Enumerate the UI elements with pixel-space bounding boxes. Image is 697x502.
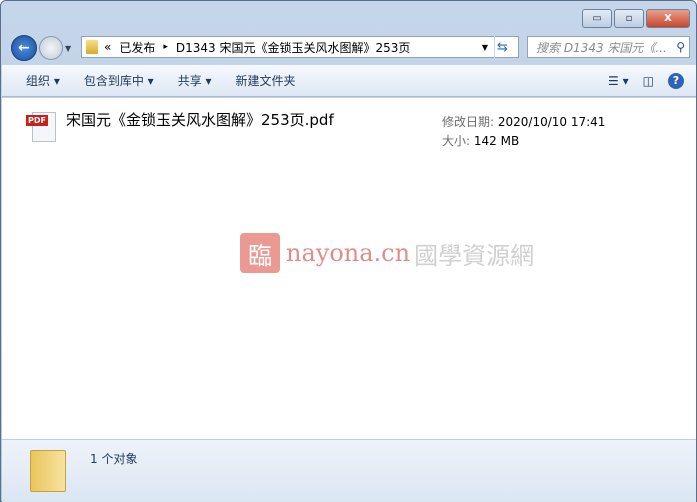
- address-bar[interactable]: « 已发布 ▸ D1343 宋国元《金锁玉关风水图解》253页 ▼ ⇆: [81, 36, 519, 58]
- address-overflow[interactable]: «: [104, 40, 111, 54]
- item-count: 1 个对象: [90, 452, 138, 466]
- minimize-button[interactable]: ▭: [582, 9, 612, 28]
- file-name[interactable]: 宋国元《金锁玉关风水图解》253页.pdf: [66, 109, 334, 142]
- folder-icon: [86, 40, 98, 54]
- size-value: 142 MB: [473, 134, 520, 148]
- help-icon[interactable]: ?: [668, 72, 684, 89]
- watermark-text-cn: 國學資源網: [414, 241, 535, 270]
- command-bar: 组织 ▾ 包含到库中 ▾ 共享 ▾ 新建文件夹 ☰ ▾ ◫ ?: [2, 65, 696, 97]
- file-details: 修改日期: 2020/10/10 17:41 大小: 142 MB: [442, 113, 605, 151]
- explorer-window: ▭ ▫ X ← ▼ « 已发布 ▸ D1343 宋国元《金锁玉关风水图解》253…: [0, 0, 697, 502]
- view-options-icon[interactable]: ☰ ▾: [608, 74, 629, 88]
- organize-button[interactable]: 组织 ▾: [26, 72, 60, 89]
- refresh-button[interactable]: ⇆: [494, 36, 518, 58]
- search-input[interactable]: 搜索 D1343 宋国元《... ⚲: [527, 36, 690, 58]
- maximize-button[interactable]: ▫: [614, 9, 644, 28]
- refresh-icon: ⇆: [497, 39, 508, 55]
- folder-icon: [30, 450, 66, 492]
- close-button[interactable]: X: [646, 9, 690, 28]
- search-placeholder: 搜索 D1343 宋国元《...: [536, 40, 667, 55]
- breadcrumb-item[interactable]: 已发布: [119, 39, 155, 56]
- search-icon[interactable]: ⚲: [676, 40, 685, 54]
- breadcrumb-item[interactable]: D1343 宋国元《金锁玉关风水图解》253页: [176, 39, 411, 56]
- details-pane: 1 个对象: [2, 439, 696, 502]
- pdf-file-icon: PDF: [26, 110, 58, 142]
- watermark: 臨 nayona.cn 國學資源網: [240, 233, 534, 273]
- watermark-logo: 臨: [240, 233, 280, 273]
- forward-button[interactable]: [39, 36, 63, 60]
- size-label: 大小:: [442, 134, 471, 148]
- watermark-text: nayona.cn: [286, 239, 411, 267]
- recent-pages-dropdown[interactable]: ▼: [65, 44, 71, 53]
- back-button[interactable]: ←: [11, 35, 37, 61]
- address-dropdown[interactable]: ▼: [482, 43, 488, 52]
- include-library-button[interactable]: 包含到库中 ▾: [84, 72, 154, 89]
- file-item[interactable]: PDF 宋国元《金锁玉关风水图解》253页.pdf: [26, 110, 334, 142]
- new-folder-button[interactable]: 新建文件夹: [236, 72, 296, 89]
- file-list: PDF 宋国元《金锁玉关风水图解》253页.pdf 修改日期: 2020/10/…: [2, 98, 696, 439]
- modified-value: 2020/10/10 17:41: [497, 115, 606, 129]
- modified-label: 修改日期:: [442, 115, 495, 129]
- preview-pane-icon[interactable]: ◫: [643, 74, 654, 88]
- share-button[interactable]: 共享 ▾: [178, 72, 212, 89]
- breadcrumb-separator[interactable]: ▸: [163, 42, 168, 52]
- arrow-left-icon: ←: [18, 40, 30, 56]
